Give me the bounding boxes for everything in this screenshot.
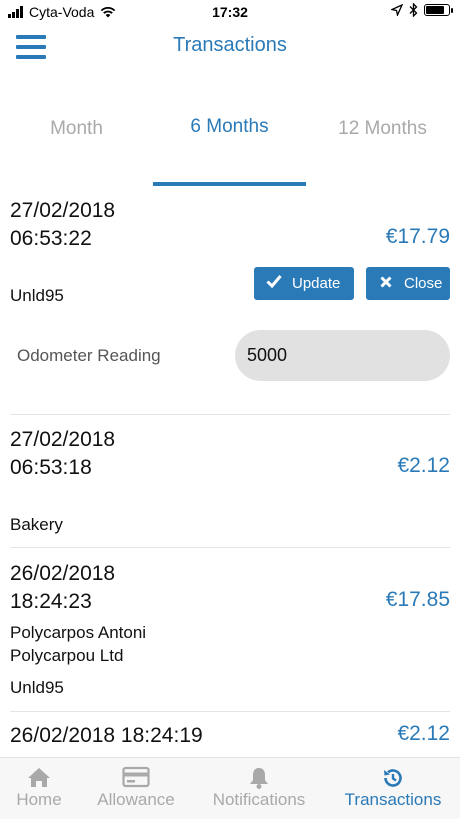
tabbar-notifications-label: Notifications xyxy=(212,790,306,809)
transaction-merchant-line2: Polycarpou Ltd xyxy=(10,646,124,665)
tabbar-home-label: Home xyxy=(16,790,62,809)
tabbar-transactions[interactable]: Transactions xyxy=(336,758,450,819)
odometer-label: Odometer Reading xyxy=(17,346,161,365)
close-icon xyxy=(376,275,396,293)
location-arrow-icon xyxy=(391,4,403,16)
divider xyxy=(10,414,450,415)
card-icon xyxy=(122,766,150,793)
close-button[interactable]: Close xyxy=(366,267,450,300)
bottom-tab-bar: Home Allowance Notifications Transaction… xyxy=(0,757,460,819)
status-bar: Cyta-Voda 17:32 xyxy=(0,0,460,24)
odometer-input[interactable] xyxy=(235,330,450,381)
tabbar-home[interactable]: Home xyxy=(0,758,78,819)
battery-icon xyxy=(424,4,453,16)
navigation-bar: Transactions xyxy=(0,24,460,68)
transaction-amount: €17.85 xyxy=(385,588,450,611)
transaction-item[interactable]: 26/02/2018 18:24:23 €17.85 Polycarpos An… xyxy=(10,560,450,697)
transaction-amount: €17.79 xyxy=(385,225,450,248)
tab-6-months[interactable]: 6 Months xyxy=(153,116,306,138)
close-button-label: Close xyxy=(404,275,443,292)
transaction-item[interactable]: 26/02/2018 18:24:19 €2.12 xyxy=(10,722,450,750)
transaction-time: 06:53:22 xyxy=(10,227,92,250)
period-tabs: Month 6 Months 12 Months xyxy=(0,100,460,186)
transaction-product: Unld95 xyxy=(10,678,64,697)
tabbar-allowance[interactable]: Allowance xyxy=(88,758,184,819)
bluetooth-icon xyxy=(409,3,418,17)
page-title: Transactions xyxy=(173,34,287,56)
tabbar-allowance-label: Allowance xyxy=(97,790,175,809)
transaction-datetime: 26/02/2018 18:24:19 xyxy=(10,724,203,747)
home-icon xyxy=(26,766,52,793)
active-tab-indicator xyxy=(153,182,306,186)
checkmark-icon xyxy=(264,274,284,293)
update-button-label: Update xyxy=(292,275,341,292)
update-button[interactable]: Update xyxy=(254,267,354,300)
tabbar-transactions-label: Transactions xyxy=(344,790,442,809)
transaction-merchant-line1: Polycarpos Antoni xyxy=(10,623,147,642)
transaction-date: 27/02/2018 xyxy=(10,428,116,451)
transaction-product: Bakery xyxy=(10,515,63,534)
transaction-time: 18:24:23 xyxy=(10,590,92,613)
transaction-item[interactable]: 27/02/2018 06:53:18 €2.12 Bakery xyxy=(10,426,450,534)
transaction-amount: €2.12 xyxy=(397,454,450,477)
divider xyxy=(10,547,450,548)
transaction-date: 26/02/2018 xyxy=(10,562,116,585)
status-right xyxy=(391,3,453,17)
divider xyxy=(10,711,450,712)
transaction-product: Unld95 xyxy=(10,286,64,305)
transaction-amount: €2.12 xyxy=(397,722,450,745)
transaction-date: 27/02/2018 xyxy=(10,199,116,222)
tabbar-notifications[interactable]: Notifications xyxy=(202,758,316,819)
transaction-item[interactable]: 27/02/2018 06:53:22 €17.79 Unld95 xyxy=(10,197,450,305)
tab-12-months[interactable]: 12 Months xyxy=(306,118,459,140)
tab-month[interactable]: Month xyxy=(0,118,153,140)
transaction-time: 06:53:18 xyxy=(10,456,92,479)
